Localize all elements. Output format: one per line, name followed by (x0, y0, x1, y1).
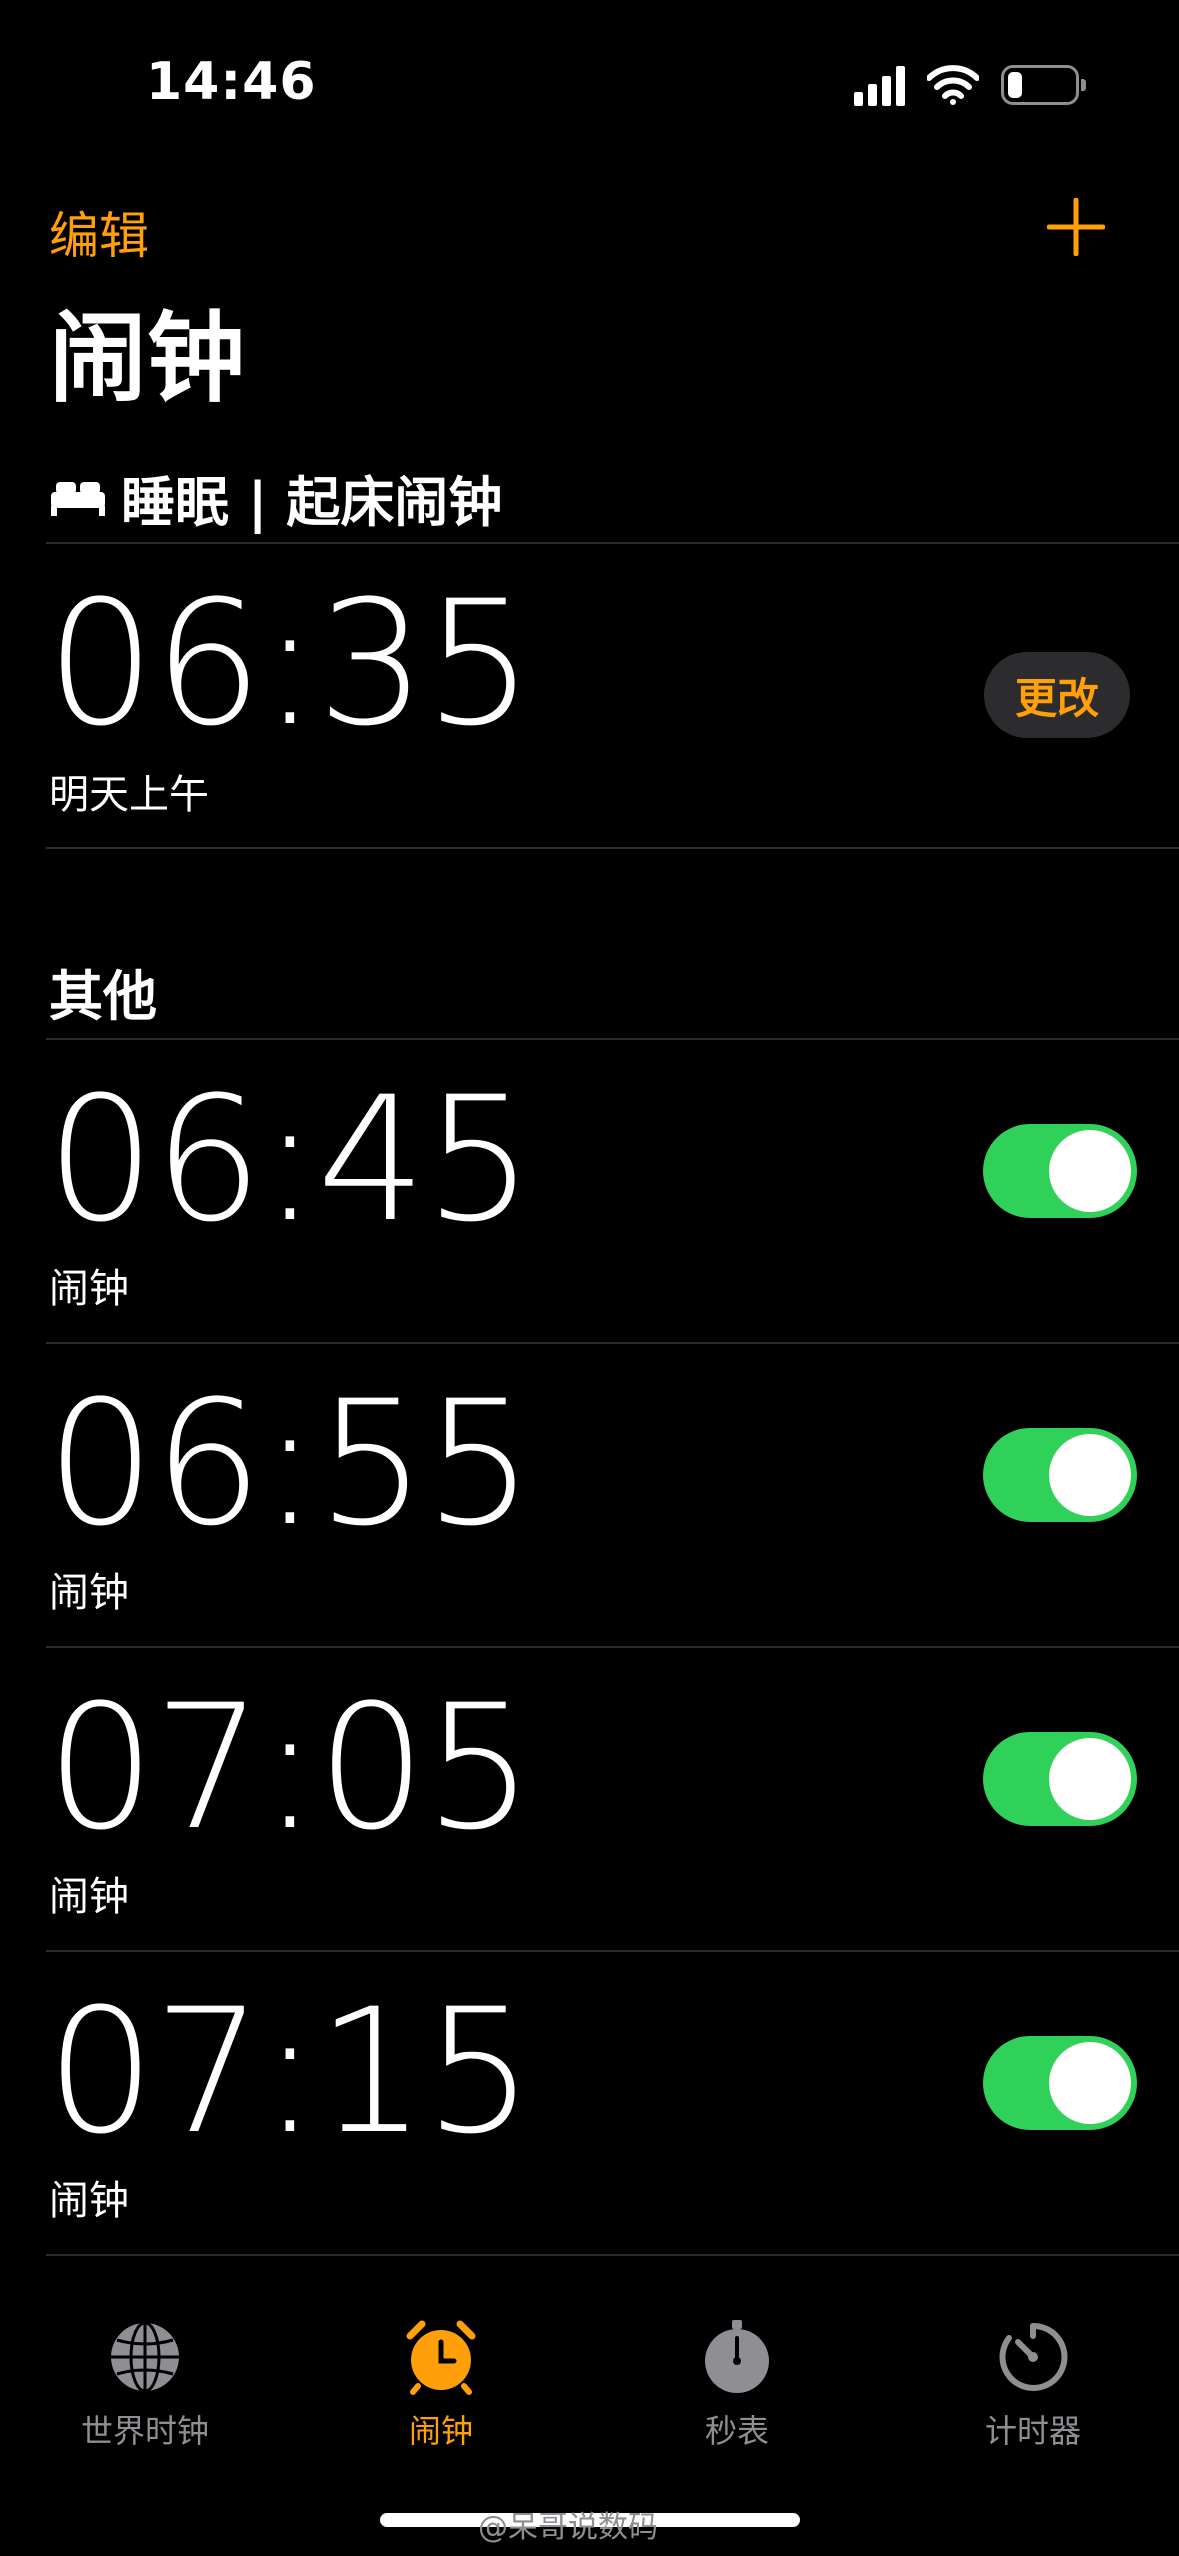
status-icons (854, 62, 1086, 108)
tab-label: 世界时钟 (80, 2412, 209, 2450)
alarm-time[interactable]: 07:15 (46, 1986, 534, 2158)
wifi-icon (927, 65, 979, 105)
other-section-header: 其他 (49, 965, 157, 1028)
alarm-toggle[interactable] (983, 1124, 1137, 1218)
alarm-toggle[interactable] (983, 1732, 1137, 1826)
globe-icon (111, 2321, 179, 2393)
sleep-alarm-time[interactable]: 06:35 (46, 578, 534, 750)
divider (46, 542, 1179, 544)
tab-world-clock[interactable]: 世界时钟 (25, 2318, 265, 2452)
add-alarm-button[interactable] (1047, 198, 1105, 256)
timer-icon (999, 2322, 1068, 2391)
alarm-time[interactable]: 07:05 (46, 1682, 534, 1854)
alarm-label: 闹钟 (49, 1874, 129, 1920)
alarm-toggle[interactable] (983, 1428, 1137, 1522)
edit-button[interactable]: 编辑 (49, 196, 149, 268)
divider (46, 1038, 1179, 1040)
divider (46, 1646, 1179, 1648)
alarm-label: 闹钟 (49, 1266, 129, 1312)
tab-stopwatch[interactable]: 秒表 (617, 2318, 857, 2452)
tab-timer[interactable]: 计时器 (913, 2318, 1153, 2452)
divider (46, 1342, 1179, 1344)
alarm-time[interactable]: 06:45 (46, 1074, 534, 1246)
clock-app-screen: 14:46 编辑 闹钟 睡眠 | 起床闹钟 06:35 明天上午 更改 其他 0… (0, 0, 1179, 2556)
tab-label: 秒表 (704, 2412, 769, 2450)
alarm-time[interactable]: 06:55 (46, 1378, 534, 1550)
battery-icon (1001, 65, 1086, 105)
stopwatch-icon (705, 2320, 769, 2393)
page-title: 闹钟 (49, 302, 246, 416)
alarm-label: 闹钟 (49, 2178, 129, 2224)
sleep-section-title: 睡眠 | 起床闹钟 (121, 471, 503, 534)
status-time: 14:46 (146, 52, 317, 112)
cellular-signal-icon (854, 64, 905, 106)
divider (46, 2254, 1179, 2256)
sleep-alarm-subtitle: 明天上午 (49, 772, 209, 818)
alarm-toggle[interactable] (983, 2036, 1137, 2130)
alarm-clock-icon (406, 2320, 476, 2395)
watermark: @呆哥说数码 (478, 2510, 658, 2545)
alarm-label: 闹钟 (49, 1570, 129, 1616)
divider (46, 847, 1179, 849)
sleep-section-header: 睡眠 | 起床闹钟 (49, 458, 502, 537)
tab-label: 闹钟 (408, 2412, 473, 2450)
change-button[interactable]: 更改 (984, 652, 1130, 738)
bed-icon (51, 481, 105, 516)
tab-label: 计时器 (984, 2412, 1081, 2450)
divider (46, 1950, 1179, 1952)
tab-alarm[interactable]: 闹钟 (321, 2318, 561, 2452)
